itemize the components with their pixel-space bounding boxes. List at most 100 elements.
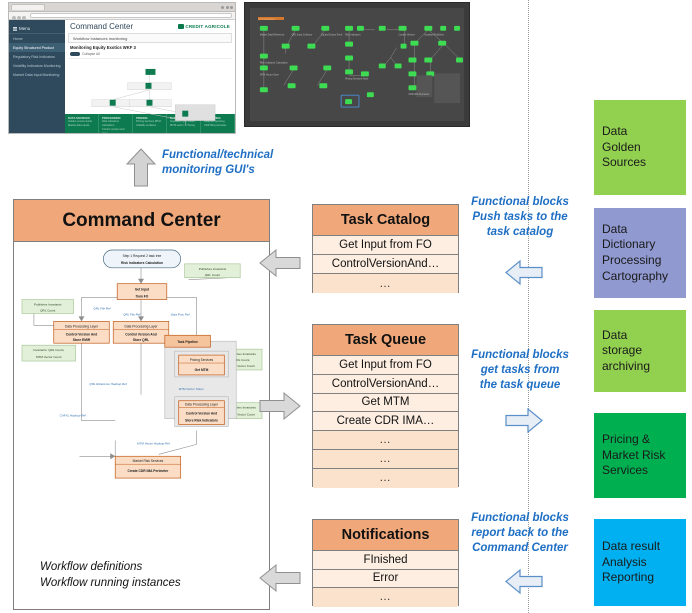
- push-tasks-arrow-icon: [504, 258, 544, 287]
- svg-text:Equity Exotics Feed: Equity Exotics Feed: [321, 34, 343, 37]
- svg-text:Store QRL: Store QRL: [133, 338, 149, 342]
- hamburger-icon: [13, 27, 17, 31]
- browser-chrome-bar: [9, 3, 235, 12]
- service-box-data-result-analysis[interactable]: Data result Analysis Reporting: [594, 519, 686, 606]
- svg-text:Risk Indicators: Risk Indicators: [345, 34, 361, 37]
- catalog-to-command-arrow-icon: [258, 247, 302, 279]
- service-box-pricing-market-risk[interactable]: Pricing & Market Risk Services: [594, 413, 686, 498]
- notifications-row[interactable]: Error: [313, 569, 458, 588]
- get-tasks-arrow-icon: [504, 406, 544, 435]
- bank-logo: CREDIT AGRICOLE: [177, 24, 230, 29]
- command-to-queue-arrow-icon: [258, 390, 302, 422]
- svg-text:Data Processing Layer: Data Processing Layer: [124, 324, 158, 328]
- task-queue-row[interactable]: ControlVersionAnd…: [313, 374, 458, 394]
- svg-text:QRL File Ref: QRL File Ref: [123, 312, 141, 316]
- svg-text:Control Version And: Control Version And: [186, 412, 217, 416]
- sidebar-item-marketdata[interactable]: Market Data Input Monitoring: [9, 70, 65, 79]
- sidebar-item-equity[interactable]: Equity Structured Product: [9, 43, 65, 52]
- command-center-body: Step 1 Request 2 task tree Risk Indicato…: [14, 242, 269, 609]
- task-catalog-row[interactable]: …: [313, 274, 458, 293]
- workflow-instance-graph[interactable]: [68, 58, 232, 132]
- annotation-report-back: Functional blocks report back to the Com…: [471, 512, 569, 555]
- svg-text:Publishes Invariants: Publishes Invariants: [34, 303, 62, 307]
- task-queue-row[interactable]: …: [313, 449, 458, 469]
- svg-text:Get Input: Get Input: [135, 288, 150, 292]
- svg-text:Store EMIR: Store EMIR: [73, 338, 91, 342]
- svg-text:QRL Input Collector: QRL Input Collector: [292, 34, 313, 37]
- command-center-panel: Command Center Step 1 Request 2 task tre…: [13, 199, 270, 610]
- svg-text:QRL File Ref: QRL File Ref: [93, 306, 111, 310]
- technical-monitoring-graph-screenshot: orchestration Market Data Reference QRL …: [244, 2, 470, 127]
- svg-text:CAFXL Hadoop Ref: CAFXL Hadoop Ref: [60, 414, 87, 418]
- task-catalog-row[interactable]: Get Input from FO: [313, 236, 458, 255]
- gui-header: Command Center CREDIT AGRICOLE: [65, 20, 235, 33]
- service-box-data-dictionary[interactable]: Data Dictionary Processing Cartography: [594, 208, 686, 298]
- svg-text:QRL Count,: QRL Count,: [234, 358, 250, 362]
- notifications-row[interactable]: FInished: [313, 551, 458, 570]
- svg-text:QRL Reference Hadoop Ref: QRL Reference Hadoop Ref: [89, 382, 127, 386]
- svg-text:MTM Vector Store: MTM Vector Store: [260, 73, 280, 76]
- up-arrow-icon: [125, 148, 157, 188]
- sidebar-item-home[interactable]: Home: [9, 34, 65, 43]
- diagram-canvas: Menu Home Equity Structured Product Regu…: [0, 0, 692, 613]
- svg-text:MTM Vector Count: MTM Vector Count: [36, 355, 62, 359]
- notifications-row[interactable]: …: [313, 588, 458, 607]
- svg-text:Data Processing Layer: Data Processing Layer: [65, 324, 99, 328]
- service-box-data-storage-archiving[interactable]: Data storage archiving: [594, 310, 686, 392]
- svg-text:QRL Count: QRL Count: [40, 308, 55, 312]
- svg-text:CDR IMA Perimeter: CDR IMA Perimeter: [408, 93, 429, 96]
- svg-text:Pricing Services Node: Pricing Services Node: [345, 77, 369, 80]
- window-controls[interactable]: [221, 5, 233, 9]
- url-input[interactable]: [30, 13, 232, 18]
- gui-callout-text: Functional/technical monitoring GUI's: [162, 149, 274, 176]
- svg-text:Data Proc Ref: Data Proc Ref: [171, 312, 191, 316]
- task-queue-row[interactable]: …: [313, 431, 458, 450]
- task-queue-row[interactable]: Create CDR IMA…: [313, 412, 458, 432]
- svg-text:Publishes Invariants: Publishes Invariants: [199, 267, 227, 271]
- collapse-toggle[interactable]: Collapse All: [70, 52, 230, 56]
- gui-sidebar: Menu Home Equity Structured Product Regu…: [9, 20, 65, 133]
- notifications-title: Notifications: [313, 520, 458, 551]
- workflow-definition-diagram[interactable]: Step 1 Request 2 task tree Risk Indicato…: [20, 246, 263, 546]
- gui-subtitle: Monitoring Equity Exotics WKF 3: [70, 45, 136, 50]
- sidebar-menu-label: Menu: [19, 26, 31, 31]
- graph-canvas[interactable]: orchestration Market Data Reference QRL …: [250, 8, 464, 121]
- svg-text:Control Version And: Control Version And: [66, 332, 97, 336]
- svg-text:Get MTM: Get MTM: [195, 368, 209, 372]
- task-queue-row[interactable]: Get Input from FO: [313, 356, 458, 375]
- sidebar-menu-header[interactable]: Menu: [9, 24, 65, 34]
- task-queue-row[interactable]: …: [313, 468, 458, 488]
- toggle-switch-icon[interactable]: [70, 52, 80, 56]
- task-catalog-panel: Task Catalog Get Input from FO ControlVe…: [312, 204, 459, 293]
- svg-text:Risk Indicators Calculation: Risk Indicators Calculation: [121, 261, 163, 265]
- notifications-to-command-arrow-icon: [258, 562, 302, 594]
- svg-text:MTM Vector Token: MTM Vector Token: [179, 387, 204, 391]
- sidebar-item-volatility[interactable]: Volatility Indicators Monitoring: [9, 61, 65, 70]
- task-catalog-row[interactable]: ControlVersionAnd…: [313, 255, 458, 274]
- task-queue-row[interactable]: Get MTM: [313, 393, 458, 413]
- annotation-get-tasks: Functional blocks get tasks from the tas…: [471, 349, 569, 392]
- breadcrumb[interactable]: Workflow Instances monitoring: [68, 33, 232, 43]
- browser-address-bar[interactable]: [9, 12, 235, 20]
- service-box-data-golden-sources[interactable]: Data Golden Sources: [594, 100, 686, 195]
- svg-text:Step 1 Request 2 task tree: Step 1 Request 2 task tree: [123, 254, 162, 258]
- command-center-footnotes: Workflow definitions Workflow running in…: [40, 560, 181, 590]
- task-queue-title: Task Queue: [313, 325, 458, 356]
- gui-main-panel: Command Center CREDIT AGRICOLE Workflow …: [65, 20, 235, 133]
- svg-text:Market Risk Services: Market Risk Services: [133, 459, 164, 463]
- browser-viewport: Menu Home Equity Structured Product Regu…: [9, 20, 235, 133]
- svg-text:Data Processing Layer: Data Processing Layer: [185, 403, 219, 407]
- task-catalog-title: Task Catalog: [313, 205, 458, 236]
- svg-text:Pricing Services: Pricing Services: [190, 358, 214, 362]
- logo-text: CREDIT AGRICOLE: [185, 24, 230, 29]
- svg-text:Create CDR IMA Perimeter: Create CDR IMA Perimeter: [127, 469, 169, 473]
- sidebar-item-regulatory[interactable]: Regulatory Risk Indicators: [9, 52, 65, 61]
- svg-text:from FO: from FO: [136, 295, 149, 299]
- svg-text:Control Version: Control Version: [399, 34, 416, 37]
- task-queue-panel: Task Queue Get Input from FO ControlVers…: [312, 324, 459, 488]
- command-center-title: Command Center: [14, 200, 269, 242]
- svg-text:Store Risk Indicators: Store Risk Indicators: [185, 419, 218, 423]
- svg-text:Task Pipeline: Task Pipeline: [177, 340, 198, 344]
- toggle-label: Collapse All: [82, 52, 100, 56]
- gui-app-title: Command Center: [70, 22, 134, 31]
